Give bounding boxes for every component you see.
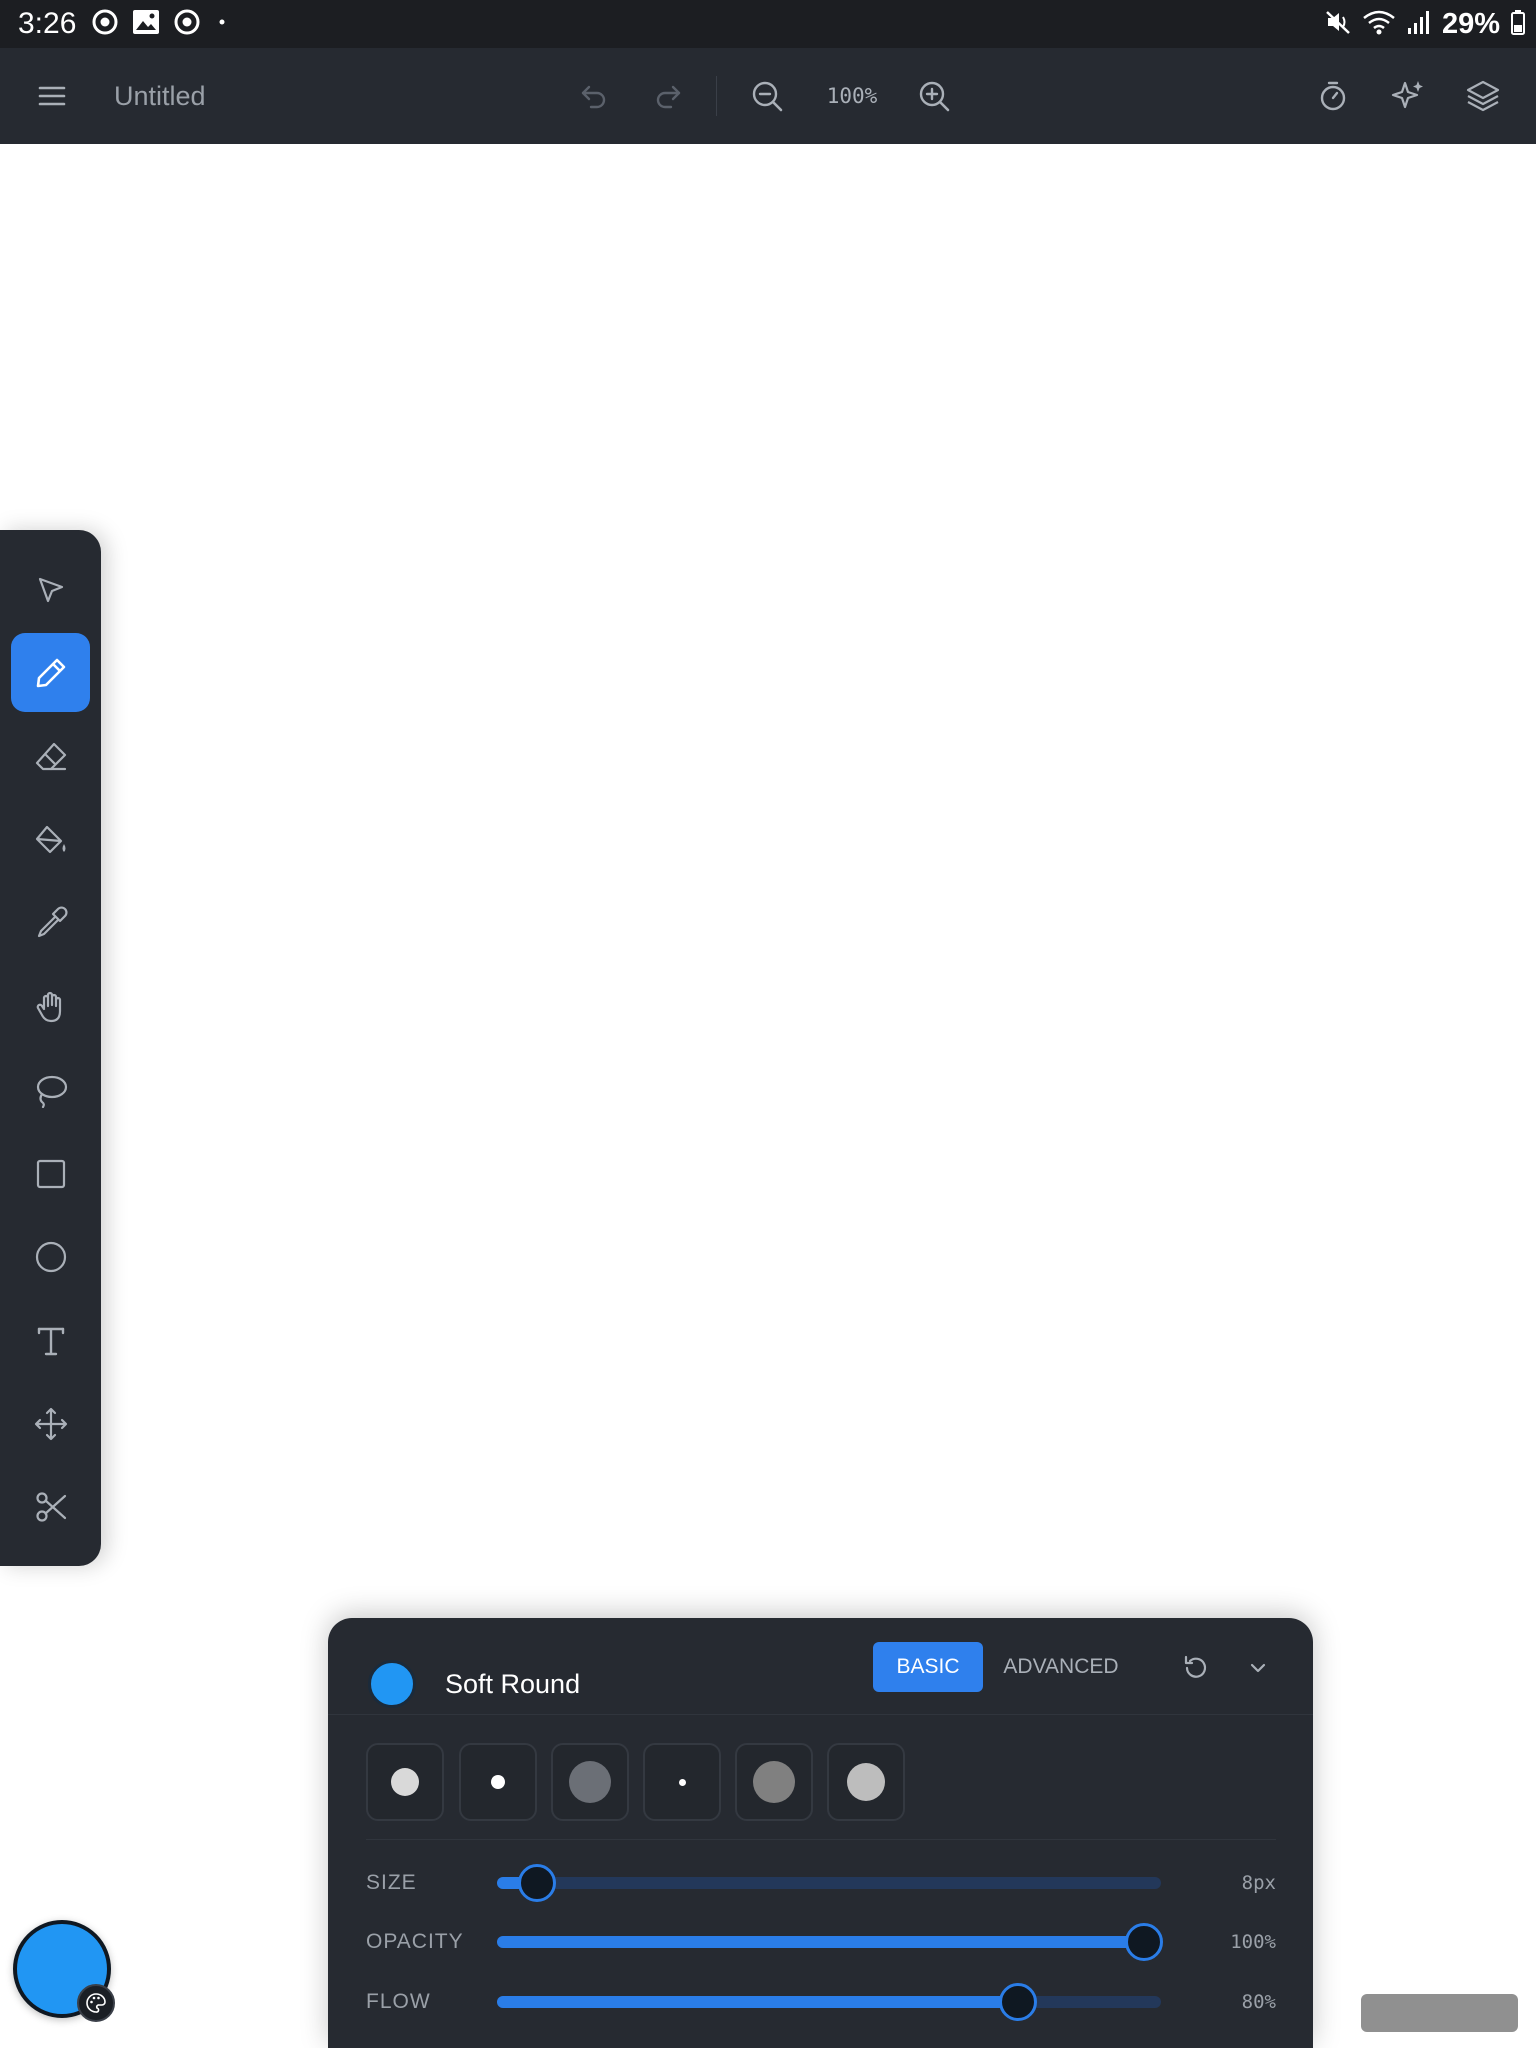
- square-icon: [36, 1159, 65, 1188]
- hamburger-menu-icon: [38, 86, 66, 106]
- size-value: 8px: [1241, 1872, 1276, 1894]
- tool-move[interactable]: [11, 1384, 90, 1463]
- paint-bucket-icon: [35, 825, 65, 853]
- brush-preset-5[interactable]: [735, 1743, 813, 1821]
- mute-icon: [1324, 8, 1352, 41]
- battery-percentage: 29%: [1441, 8, 1500, 40]
- tool-ellipse[interactable]: [11, 1217, 90, 1296]
- flow-slider[interactable]: [497, 1983, 1161, 2021]
- brush-name: Soft Round: [445, 1669, 581, 1699]
- app-toolbar: Untitled 100%: [0, 48, 1536, 144]
- palette-icon: [86, 1993, 106, 2013]
- eyedropper-icon: [37, 905, 68, 937]
- gallery-notification-icon: [132, 9, 160, 40]
- tool-hand[interactable]: [11, 967, 90, 1046]
- eraser-icon: [35, 742, 66, 770]
- flow-slider-fill: [497, 1996, 1019, 2008]
- panel-divider-2: [366, 1839, 1276, 1840]
- brush-preset-6[interactable]: [827, 1743, 905, 1821]
- reset-icon: [1184, 1655, 1207, 1678]
- size-slider[interactable]: [497, 1864, 1161, 1902]
- undo-button[interactable]: [566, 68, 622, 124]
- sparkles-icon: [1391, 81, 1423, 109]
- zoom-out-button[interactable]: [739, 68, 795, 124]
- pointer-arrow-icon: [38, 577, 63, 602]
- status-notification-icons: [92, 9, 230, 40]
- opacity-slider[interactable]: [497, 1923, 1164, 1961]
- layers-icon: [1466, 80, 1500, 112]
- timer-icon: [1320, 81, 1346, 111]
- brush-preset-4[interactable]: [643, 1743, 721, 1821]
- opacity-slider-thumb[interactable]: [1125, 1923, 1164, 1961]
- undo-icon: [581, 85, 606, 109]
- tool-eraser[interactable]: [11, 717, 90, 796]
- brush-preset-2[interactable]: [459, 1743, 537, 1821]
- status-time: 3:26: [18, 7, 77, 40]
- opacity-slider-fill: [497, 1936, 1145, 1948]
- hand-icon: [36, 991, 61, 1022]
- opacity-label: OPACITY: [366, 1930, 464, 1953]
- brush-settings-panel: Soft Round BASIC ADVANCED SIZE 8px OPACI…: [328, 1618, 1313, 2048]
- menu-button[interactable]: [24, 68, 80, 124]
- tool-scissors[interactable]: [11, 1467, 90, 1546]
- status-system-icons: 29%: [1324, 6, 1526, 42]
- lasso-icon: [36, 1075, 67, 1108]
- size-label: SIZE: [366, 1871, 417, 1894]
- tab-basic[interactable]: BASIC: [873, 1642, 983, 1692]
- battery-icon: [1510, 8, 1526, 41]
- flow-label: FLOW: [366, 1990, 431, 2013]
- chrome-notification-icon: [92, 9, 118, 40]
- tool-text[interactable]: [11, 1301, 90, 1380]
- toast-message: [1361, 1994, 1518, 2032]
- brush-preset-dot: [491, 1775, 505, 1789]
- tool-rectangle[interactable]: [11, 1134, 90, 1213]
- zoom-in-button[interactable]: [906, 68, 962, 124]
- tool-lasso[interactable]: [11, 1050, 90, 1129]
- size-slider-thumb[interactable]: [517, 1864, 556, 1902]
- brush-preset-1[interactable]: [366, 1743, 444, 1821]
- layers-button[interactable]: [1455, 68, 1511, 124]
- flow-value: 80%: [1241, 1991, 1276, 2013]
- brush-preset-dot: [391, 1768, 419, 1796]
- color-palette-button[interactable]: [77, 1984, 115, 2022]
- signal-icon: [1406, 8, 1432, 41]
- text-icon: [37, 1327, 64, 1355]
- flow-slider-thumb[interactable]: [999, 1983, 1038, 2021]
- circle-icon: [35, 1241, 66, 1272]
- scissors-icon: [35, 1491, 66, 1522]
- zoom-out-icon: [752, 81, 783, 112]
- tool-fill[interactable]: [11, 800, 90, 879]
- timer-button[interactable]: [1305, 68, 1361, 124]
- reset-brush-button[interactable]: [1176, 1648, 1216, 1688]
- tool-eyedropper[interactable]: [11, 883, 90, 962]
- chevron-down-icon: [1250, 1663, 1266, 1673]
- tool-brush[interactable]: [11, 633, 90, 712]
- ai-sparkle-button[interactable]: [1380, 68, 1436, 124]
- brush-preset-dot: [569, 1761, 611, 1803]
- tool-select[interactable]: [11, 550, 90, 629]
- redo-icon: [656, 85, 681, 109]
- status-bar: 3:26 29%: [0, 0, 1536, 48]
- opacity-value: 100%: [1230, 1931, 1276, 1953]
- document-title[interactable]: Untitled: [114, 76, 206, 116]
- brush-color-swatch[interactable]: [368, 1660, 416, 1708]
- panel-divider: [328, 1714, 1313, 1715]
- zoom-in-icon: [919, 81, 950, 112]
- toolbar-divider: [716, 76, 717, 116]
- tab-advanced[interactable]: ADVANCED: [996, 1642, 1126, 1692]
- more-notifications-dot-icon: [214, 9, 230, 40]
- zoom-level[interactable]: 100%: [812, 78, 892, 114]
- brush-preset-3[interactable]: [551, 1743, 629, 1821]
- chrome-notification-icon-2: [174, 9, 200, 40]
- tool-rail: [0, 530, 101, 1566]
- brush-preset-dot: [847, 1763, 885, 1801]
- collapse-panel-button[interactable]: [1238, 1648, 1278, 1688]
- redo-button[interactable]: [640, 68, 696, 124]
- move-arrows-icon: [34, 1407, 67, 1440]
- pencil-icon: [36, 658, 65, 687]
- wifi-icon: [1362, 8, 1396, 41]
- brush-preset-dot: [753, 1761, 795, 1803]
- brush-preset-dot: [678, 1778, 686, 1786]
